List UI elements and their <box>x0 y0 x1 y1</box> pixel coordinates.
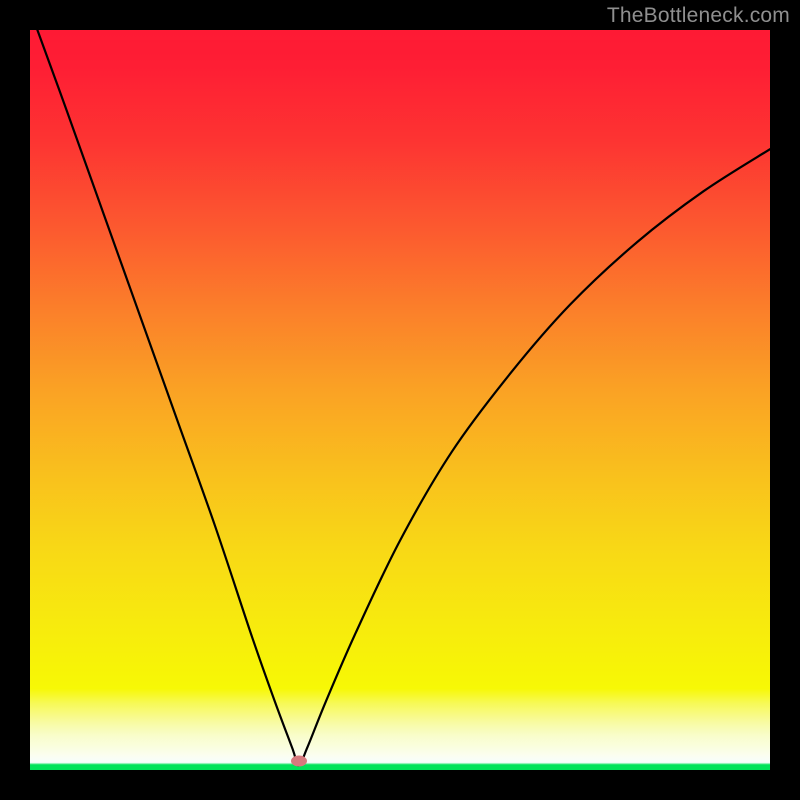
watermark-text: TheBottleneck.com <box>607 4 790 28</box>
optimal-point-marker <box>291 756 307 767</box>
bottleneck-curve-path <box>37 30 770 766</box>
chart-frame: TheBottleneck.com <box>0 0 800 800</box>
curve-svg <box>30 30 770 770</box>
plot-area <box>30 30 770 770</box>
